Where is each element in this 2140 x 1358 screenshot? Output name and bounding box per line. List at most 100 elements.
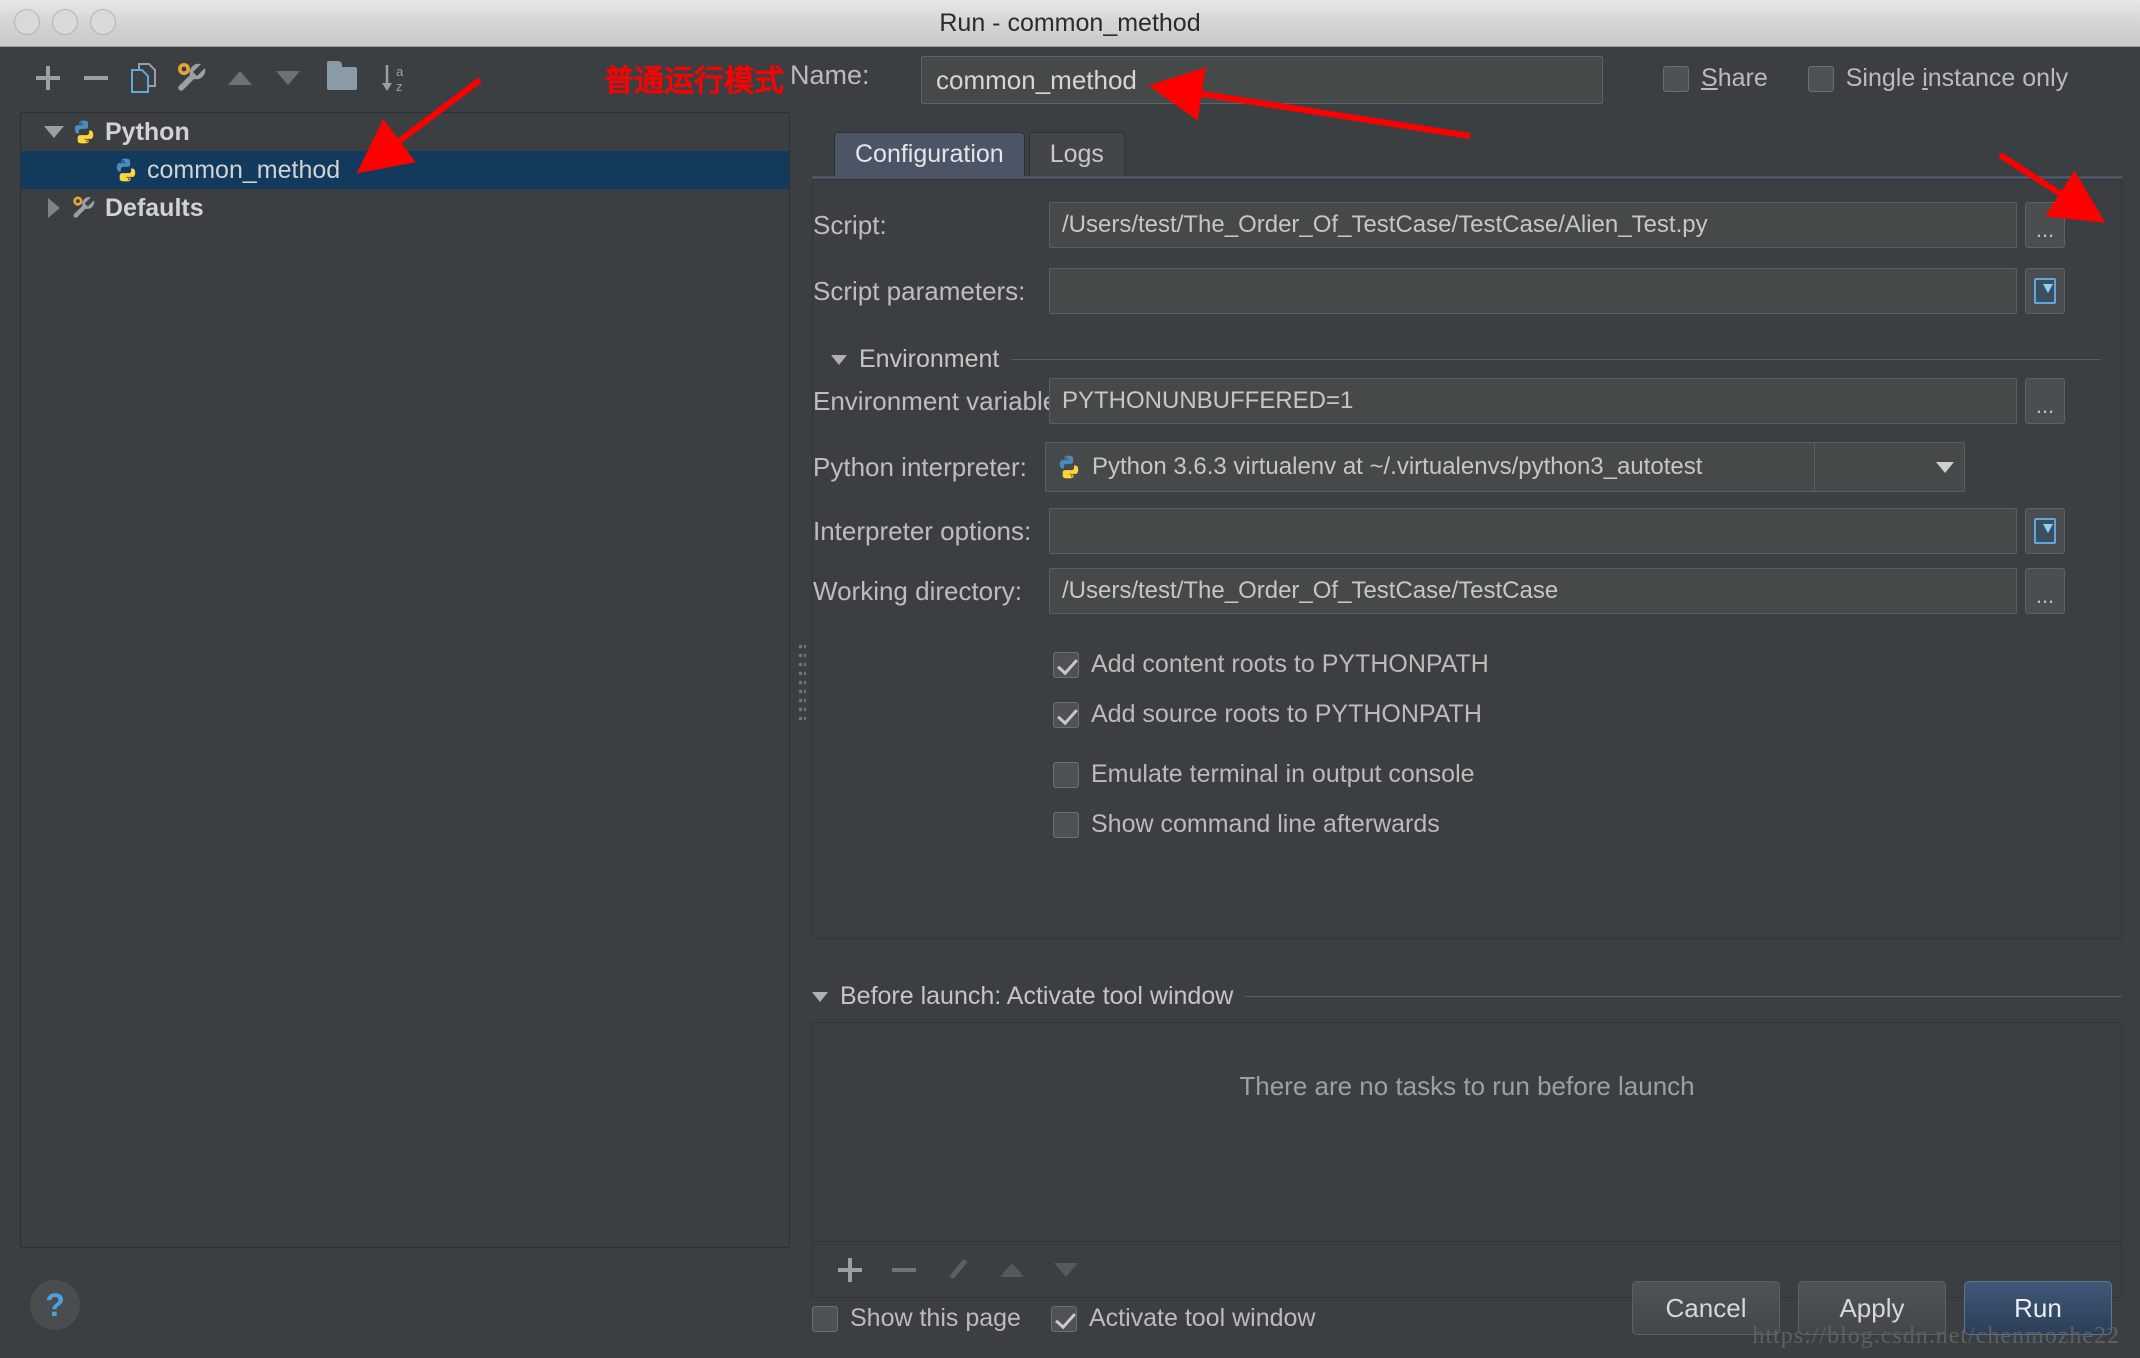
- environment-section-header[interactable]: Environment: [831, 345, 2101, 374]
- environment-variables-input[interactable]: [1049, 378, 2017, 424]
- share-label: Share: [1701, 64, 1768, 92]
- move-down-button[interactable]: [264, 56, 312, 100]
- emulate-terminal-checkbox[interactable]: [1053, 761, 1079, 788]
- sort-configurations-button[interactable]: a z: [372, 56, 420, 100]
- script-browse-button[interactable]: ...: [2025, 202, 2065, 248]
- interpreter-options-expand-button[interactable]: [2025, 508, 2065, 554]
- configuration-panel: Configuration Logs Script: ... Script pa…: [812, 112, 2122, 1332]
- before-launch-task-list[interactable]: There are no tasks to run before launch: [812, 1022, 2122, 1242]
- share-checkbox-row[interactable]: Share: [1663, 64, 1768, 93]
- add-content-roots-label: Add content roots to PYTHONPATH: [1091, 650, 1489, 678]
- show-this-page-label: Show this page: [850, 1304, 1021, 1332]
- activate-tool-window-label: Activate tool window: [1088, 1304, 1316, 1332]
- folder-icon: [327, 60, 357, 90]
- chevron-down-icon: [831, 354, 847, 365]
- python-interpreter-select[interactable]: Python 3.6.3 virtualenv at ~/.virtualenv…: [1045, 442, 1965, 492]
- activate-tool-window-row[interactable]: Activate tool window: [1050, 1304, 1316, 1333]
- configuration-settings-box: Script: ... Script parameters: Environme…: [812, 179, 2122, 939]
- chevron-down-icon: [812, 991, 828, 1002]
- add-content-roots-row[interactable]: Add content roots to PYTHONPATH: [1053, 650, 1489, 679]
- tree-item-common-method[interactable]: common_method: [21, 151, 789, 189]
- panel-splitter[interactable]: [792, 112, 812, 1248]
- environment-variables-label: Environment variables:: [813, 385, 1078, 416]
- tree-item-python[interactable]: Python: [21, 113, 789, 151]
- arrow-down-icon: [276, 71, 300, 85]
- minus-icon: [84, 66, 108, 90]
- remove-configuration-button[interactable]: [72, 56, 120, 100]
- tree-item-label: common_method: [147, 155, 341, 184]
- working-directory-label: Working directory:: [813, 575, 1023, 606]
- arrow-down-icon: [1054, 1262, 1078, 1277]
- environment-variables-row: Environment variables: ...: [813, 378, 2123, 424]
- tab-configuration[interactable]: Configuration: [834, 132, 1025, 176]
- edit-defaults-button[interactable]: [168, 56, 216, 100]
- before-launch-section-header[interactable]: Before launch: Activate tool window: [812, 982, 2122, 1011]
- expand-icon: [2034, 518, 2056, 544]
- python-icon: [116, 158, 136, 182]
- add-configuration-button[interactable]: [24, 56, 72, 100]
- annotation-normal-run-mode: 普通运行模式: [604, 64, 784, 99]
- top-checkbox-group: Share Single instance only: [1663, 64, 2068, 93]
- pencil-icon: [947, 1259, 969, 1281]
- add-content-roots-checkbox[interactable]: [1053, 651, 1079, 678]
- script-parameters-row: Script parameters:: [813, 268, 2123, 314]
- script-row: Script: ...: [813, 202, 2123, 248]
- chevron-down-icon: [1935, 461, 1954, 473]
- plus-icon: [838, 1257, 862, 1282]
- interpreter-options-label: Interpreter options:: [813, 515, 1032, 546]
- tree-item-defaults[interactable]: Defaults: [21, 189, 789, 227]
- new-folder-button[interactable]: [312, 56, 372, 100]
- single-instance-checkbox-row[interactable]: Single instance only: [1807, 64, 2069, 93]
- working-directory-browse-button[interactable]: ...: [2025, 568, 2065, 614]
- run-configuration-dialog: Run - common_method a z 普通运行模式 Name: com…: [0, 0, 2140, 1358]
- environment-section-label: Environment: [859, 345, 1000, 373]
- emulate-terminal-label: Emulate terminal in output console: [1091, 760, 1475, 788]
- python-interpreter-label: Python interpreter:: [813, 451, 1027, 482]
- combo-divider: [1813, 443, 1815, 491]
- single-instance-label: Single instance only: [1845, 64, 2069, 92]
- script-input[interactable]: [1049, 202, 2017, 248]
- bottom-checkbox-group: Show this page Activate tool window: [812, 1304, 1315, 1333]
- expand-toggle[interactable]: [37, 198, 71, 218]
- environment-variables-browse-button[interactable]: ...: [2025, 378, 2065, 424]
- svg-text:z: z: [396, 79, 403, 94]
- emulate-terminal-row[interactable]: Emulate terminal in output console: [1053, 760, 1475, 789]
- interpreter-options-row: Interpreter options:: [813, 508, 2123, 554]
- show-command-line-row[interactable]: Show command line afterwards: [1053, 810, 1440, 839]
- show-this-page-row[interactable]: Show this page: [812, 1304, 1021, 1333]
- add-task-button[interactable]: [827, 1248, 873, 1292]
- tab-logs[interactable]: Logs: [1028, 132, 1125, 176]
- activate-tool-window-checkbox[interactable]: [1050, 1305, 1077, 1332]
- sort-az-icon: a z: [382, 64, 404, 94]
- single-instance-checkbox[interactable]: [1807, 65, 1834, 92]
- help-button[interactable]: ?: [30, 1280, 80, 1330]
- add-source-roots-checkbox[interactable]: [1053, 701, 1079, 728]
- section-rule: [1011, 359, 2101, 360]
- python-interpreter-value: Python 3.6.3 virtualenv at ~/.virtualenv…: [1092, 453, 1703, 480]
- add-source-roots-label: Add source roots to PYTHONPATH: [1091, 700, 1482, 728]
- working-directory-input[interactable]: [1049, 568, 2017, 614]
- splitter-handle-icon: [798, 642, 806, 722]
- show-this-page-checkbox[interactable]: [812, 1305, 838, 1332]
- wrench-icon: [178, 63, 206, 91]
- remove-task-button[interactable]: [881, 1248, 927, 1292]
- python-icon: [74, 120, 94, 144]
- move-up-button[interactable]: [216, 56, 264, 100]
- tree-item-label: Python: [105, 117, 190, 146]
- interpreter-options-input[interactable]: [1049, 508, 2017, 554]
- add-source-roots-row[interactable]: Add source roots to PYTHONPATH: [1053, 700, 1482, 729]
- edit-task-button[interactable]: [935, 1248, 981, 1292]
- move-task-up-button[interactable]: [989, 1248, 1035, 1292]
- script-parameters-expand-button[interactable]: [2025, 268, 2065, 314]
- move-task-down-button[interactable]: [1043, 1248, 1089, 1292]
- script-parameters-input[interactable]: [1049, 268, 2017, 314]
- expand-icon: [2034, 278, 2056, 304]
- copy-configuration-button[interactable]: [120, 56, 168, 100]
- share-checkbox[interactable]: [1663, 65, 1689, 92]
- configuration-name-input[interactable]: [921, 56, 1603, 104]
- configurations-tree[interactable]: Python common_method Defaults: [20, 112, 790, 1248]
- expand-toggle[interactable]: [37, 126, 71, 138]
- watermark: https://blog.csdn.net/chenmozhe22: [1752, 1323, 2120, 1349]
- arrow-up-icon: [228, 71, 252, 85]
- show-command-line-checkbox[interactable]: [1053, 811, 1079, 838]
